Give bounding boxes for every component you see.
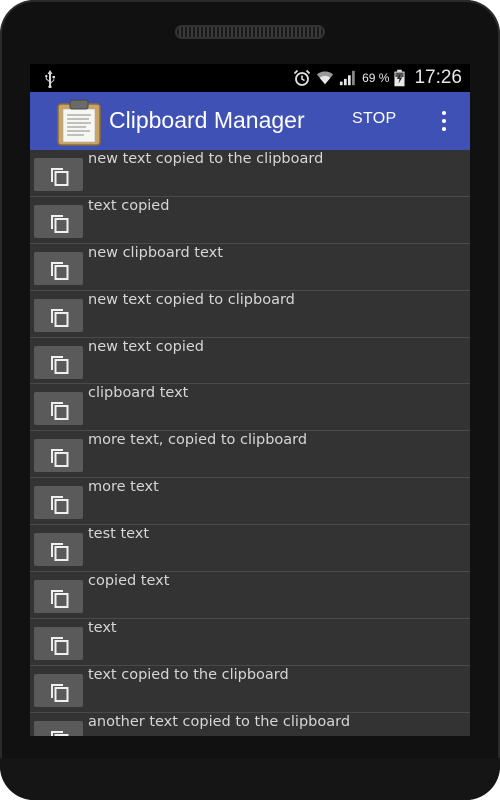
copy-icon <box>51 496 69 515</box>
clip-text: another text copied to the clipboard <box>88 713 351 730</box>
copy-icon <box>51 168 69 186</box>
copy-icon <box>51 261 69 280</box>
list-item[interactable]: copied text <box>30 572 470 619</box>
copy-icon <box>51 355 69 374</box>
copy-button[interactable] <box>34 345 83 379</box>
copy-button[interactable] <box>34 251 83 285</box>
copy-button[interactable] <box>34 392 83 426</box>
copy-button[interactable] <box>34 533 83 567</box>
usb-icon <box>45 70 55 88</box>
list-item[interactable]: another text copied to the clipboard <box>30 712 470 736</box>
copy-icon <box>51 590 69 609</box>
copy-icon <box>51 730 69 736</box>
clip-text: more text <box>88 479 159 496</box>
alarm-icon <box>293 69 311 86</box>
phone-frame: 69 % 17:26 Clipboard Manager STOP new te… <box>0 0 500 800</box>
list-item[interactable]: clipboard text <box>30 384 470 432</box>
copy-icon <box>51 402 69 421</box>
copy-icon <box>51 683 69 702</box>
clipboard-icon <box>57 99 101 146</box>
copy-button[interactable] <box>34 439 83 473</box>
clip-text: copied text <box>88 573 170 590</box>
battery-percent: 69 % <box>362 71 390 85</box>
copy-icon <box>51 449 69 468</box>
clip-text: new text copied <box>88 338 205 355</box>
clip-text: text copied to the clipboard <box>88 666 289 683</box>
clip-text: clipboard text <box>88 385 189 402</box>
copy-button[interactable] <box>34 158 83 191</box>
copy-button[interactable] <box>34 580 83 614</box>
copy-button[interactable] <box>34 673 83 707</box>
stop-button[interactable]: STOP <box>352 110 396 134</box>
bottom-bezel <box>0 758 500 800</box>
list-item[interactable]: new clipboard text <box>30 243 470 291</box>
copy-icon <box>51 543 69 562</box>
list-item[interactable]: text copied to the clipboard <box>30 665 470 713</box>
clip-text: new clipboard text <box>88 244 223 261</box>
clip-list[interactable]: new text copied to the clipboard text co… <box>30 150 470 736</box>
copy-button[interactable] <box>34 298 83 332</box>
clip-text: new text copied to clipboard <box>88 291 295 308</box>
wifi-icon <box>316 71 334 85</box>
clip-text: more text, copied to clipboard <box>88 432 308 449</box>
clip-text: test text <box>88 526 150 543</box>
clip-text: new text copied to the clipboard <box>88 151 324 167</box>
clip-text: text <box>88 619 117 636</box>
list-item[interactable]: test text <box>30 525 470 573</box>
list-item[interactable]: new text copied <box>30 337 470 385</box>
list-item[interactable]: text <box>30 618 470 666</box>
battery-charging-icon <box>394 69 405 87</box>
copy-icon <box>51 636 69 655</box>
signal-icon <box>339 70 355 86</box>
more-vert-icon[interactable] <box>434 106 454 136</box>
action-bar: Clipboard Manager STOP <box>30 92 470 150</box>
list-item[interactable]: text copied <box>30 196 470 244</box>
list-item[interactable]: more text, copied to clipboard <box>30 431 470 479</box>
copy-icon <box>51 214 69 233</box>
status-bar: 69 % 17:26 <box>30 64 470 92</box>
list-item[interactable]: new text copied to the clipboard <box>30 150 470 197</box>
list-item[interactable]: new text copied to clipboard <box>30 290 470 338</box>
copy-button[interactable] <box>34 486 83 520</box>
list-item[interactable]: more text <box>30 478 470 526</box>
copy-button[interactable] <box>34 720 83 736</box>
copy-icon <box>51 308 69 327</box>
status-clock: 17:26 <box>414 67 462 88</box>
app-title: Clipboard Manager <box>109 107 305 133</box>
screen: 69 % 17:26 Clipboard Manager STOP new te… <box>30 64 470 736</box>
earpiece-speaker <box>175 25 325 39</box>
copy-button[interactable] <box>34 626 83 660</box>
copy-button[interactable] <box>34 204 83 238</box>
clip-text: text copied <box>88 197 170 214</box>
